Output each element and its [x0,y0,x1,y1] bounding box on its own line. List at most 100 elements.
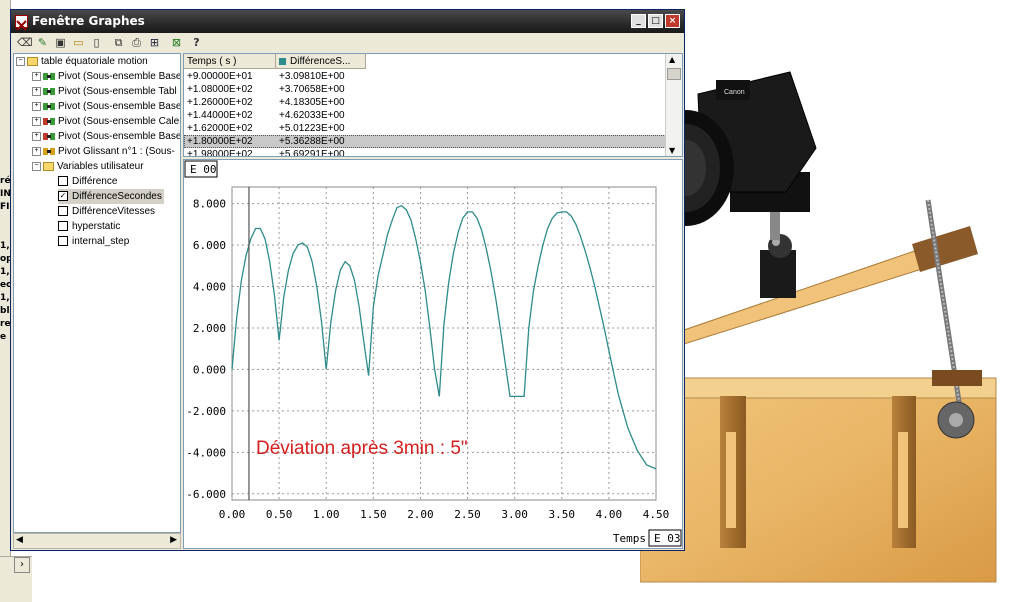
x-tick-label: 1.50 [360,508,387,521]
chart-panel: 0.00 0.50 1.00 1.50 2.00 2.50 3.00 3.50 4.00 4.50… [183,159,683,549]
user-var-label: hyperstatic [72,221,121,232]
tree-item-label: Pivot (Sous-ensemble Base [58,131,181,142]
excel-icon[interactable]: ⊠ [169,35,184,50]
scroll-left-icon[interactable]: ◀ [16,535,23,545]
tree-item[interactable]: + Pivot (Sous-ensemble Cale [32,114,179,129]
y-tick-label: 4.000 [193,280,226,293]
scroll-down-icon[interactable]: ▼ [669,146,675,155]
user-var-item[interactable]: internal_step [58,234,129,249]
tree-item[interactable]: + Pivot Glissant n°1 : (Sous- [32,144,175,159]
data-table: Temps ( s ) DifférenceS... +9.00000E+01 +… [183,53,683,157]
table-cell-time[interactable]: +1.26000E+02 [184,96,253,109]
expand-icon[interactable]: + [32,131,41,141]
user-var-label: Différence [72,176,118,187]
user-var-item[interactable]: Différence [58,174,117,189]
minimize-button[interactable]: _ [631,14,646,28]
scroll-up-icon[interactable]: ▲ [669,55,675,64]
checkbox-checked[interactable]: ✓ [58,191,68,202]
x-tick-label: 4.00 [596,508,623,521]
line-chart[interactable]: 0.00 0.50 1.00 1.50 2.00 2.50 3.00 3.50 4.00 4.50… [184,160,682,548]
tree-root[interactable]: − table équatoriale motion [16,54,148,69]
pivot-joint-icon [43,132,55,140]
checkbox[interactable] [58,221,68,232]
tree-item[interactable]: + Pivot (Sous-ensemble Base [32,99,181,114]
collapse-icon[interactable]: − [16,56,25,66]
collapse-icon[interactable]: − [32,161,41,171]
scroll-thumb[interactable] [667,68,681,80]
table-cell-value[interactable]: +5.01223E+00 [276,122,345,135]
maximize-button[interactable]: □ [648,14,663,28]
checkbox[interactable] [58,206,68,217]
table-cell-value[interactable]: +3.70658E+00 [276,83,345,96]
tree-item-label: Pivot Glissant n°1 : (Sous- [58,146,175,157]
minimize-icon: _ [636,16,641,26]
x-tick-label: 4.50 [643,508,670,521]
user-var-item[interactable]: DifférenceVitesses [58,204,155,219]
scroll-right-icon[interactable]: ▶ [170,535,177,545]
pivot-joint-icon [43,72,55,80]
tree-item[interactable]: + Pivot (Sous-ensemble Base [32,69,180,84]
tree-item-label: Pivot (Sous-ensemble Base [58,101,181,112]
x-tick-label: 0.00 [219,508,246,521]
tree-horizontal-scrollbar[interactable]: ◀ ▶ [13,533,181,549]
expand-icon[interactable]: + [32,71,41,81]
user-var-label: DifférenceSecondes [72,191,162,202]
table-cell-time[interactable]: +9.00000E+01 [184,70,253,83]
toolbar: ⌫ ✎ ▣ ▭ ▯ ⧉ ⎙ ⊞ ⊠ ? [13,34,683,52]
deviation-annotation: Déviation après 3min : 5" [256,438,468,459]
y-tick-label: -6.000 [186,488,226,501]
expand-icon[interactable]: + [32,86,41,96]
table-cell-time[interactable]: +1.08000E+02 [184,83,253,96]
window-title: Fenêtre Graphes [32,14,145,28]
checkbox[interactable] [58,236,68,247]
save-icon[interactable]: ▣ [53,35,68,50]
y-tick-label: 0.000 [193,363,226,376]
table-cell-time[interactable]: +1.98000E+02 [184,148,253,156]
table-cell-value[interactable]: +5.36288E+00 [276,135,345,148]
background-scroll-button[interactable]: › [14,557,30,573]
open-icon[interactable]: ▭ [71,35,86,50]
eraser-icon[interactable]: ⌫ [17,35,33,50]
tree-panel: − table équatoriale motion + Pivot (Sous-e… [13,53,181,533]
tree-user-vars[interactable]: − Variables utilisateur [32,159,144,174]
x-axis-label: Temps [613,532,646,545]
table-cell-time[interactable]: +1.62000E+02 [184,122,253,135]
print-icon[interactable]: ⎙ [129,35,144,50]
table-vertical-scrollbar[interactable]: ▲ ▼ [665,54,682,156]
series-color-swatch [279,57,286,65]
graph-window: Fenêtre Graphes _ □ × ⌫ ✎ ▣ ▭ ▯ ⧉ ⎙ ⊞ ⊠ … [10,9,685,551]
cad-3d-scene: Canon [640,71,997,583]
x-tick-label: 1.00 [313,508,340,521]
user-var-item[interactable]: hyperstatic [58,219,120,234]
wrench-icon[interactable]: ✎ [35,35,50,50]
help-button[interactable]: ? [189,35,204,50]
folder-icon [43,161,54,171]
title-bar[interactable]: Fenêtre Graphes _ □ × [11,10,684,33]
hinge-block [912,226,978,272]
table-cell-value[interactable]: +5.69291E+00 [276,148,345,156]
table-cell-time[interactable]: +1.44000E+02 [184,109,253,122]
copy-icon[interactable]: ⧉ [111,35,126,50]
tree-item[interactable]: + Pivot (Sous-ensemble Tabl [32,84,177,99]
user-var-item[interactable]: ✓ DifférenceSecondes [58,189,164,204]
checkbox[interactable] [58,176,68,187]
expand-icon[interactable]: + [32,116,41,126]
settings-icon[interactable]: ⊞ [147,35,162,50]
table-cell-value[interactable]: +4.18305E+00 [276,96,345,109]
new-icon[interactable]: ▯ [89,35,104,50]
y-tick-label: -2.000 [186,405,226,418]
tree-item[interactable]: + Pivot (Sous-ensemble Base [32,129,181,144]
y-exponent-label: E 00 [190,163,217,176]
table-cell-value[interactable]: +3.09810E+00 [276,70,345,83]
table-cell-time[interactable]: +1.80000E+02 [184,135,253,148]
folder-icon [27,56,38,66]
expand-icon[interactable]: + [32,146,41,156]
column-header-value[interactable]: DifférenceS... [276,54,366,69]
expand-icon[interactable]: + [32,101,41,111]
table-cell-value[interactable]: +4.62033E+00 [276,109,345,122]
column-header-time[interactable]: Temps ( s ) [184,54,276,69]
x-tick-label: 2.00 [407,508,434,521]
pivot-joint-icon [43,87,55,95]
close-button[interactable]: × [665,14,680,28]
x-tick-label: 3.50 [549,508,576,521]
